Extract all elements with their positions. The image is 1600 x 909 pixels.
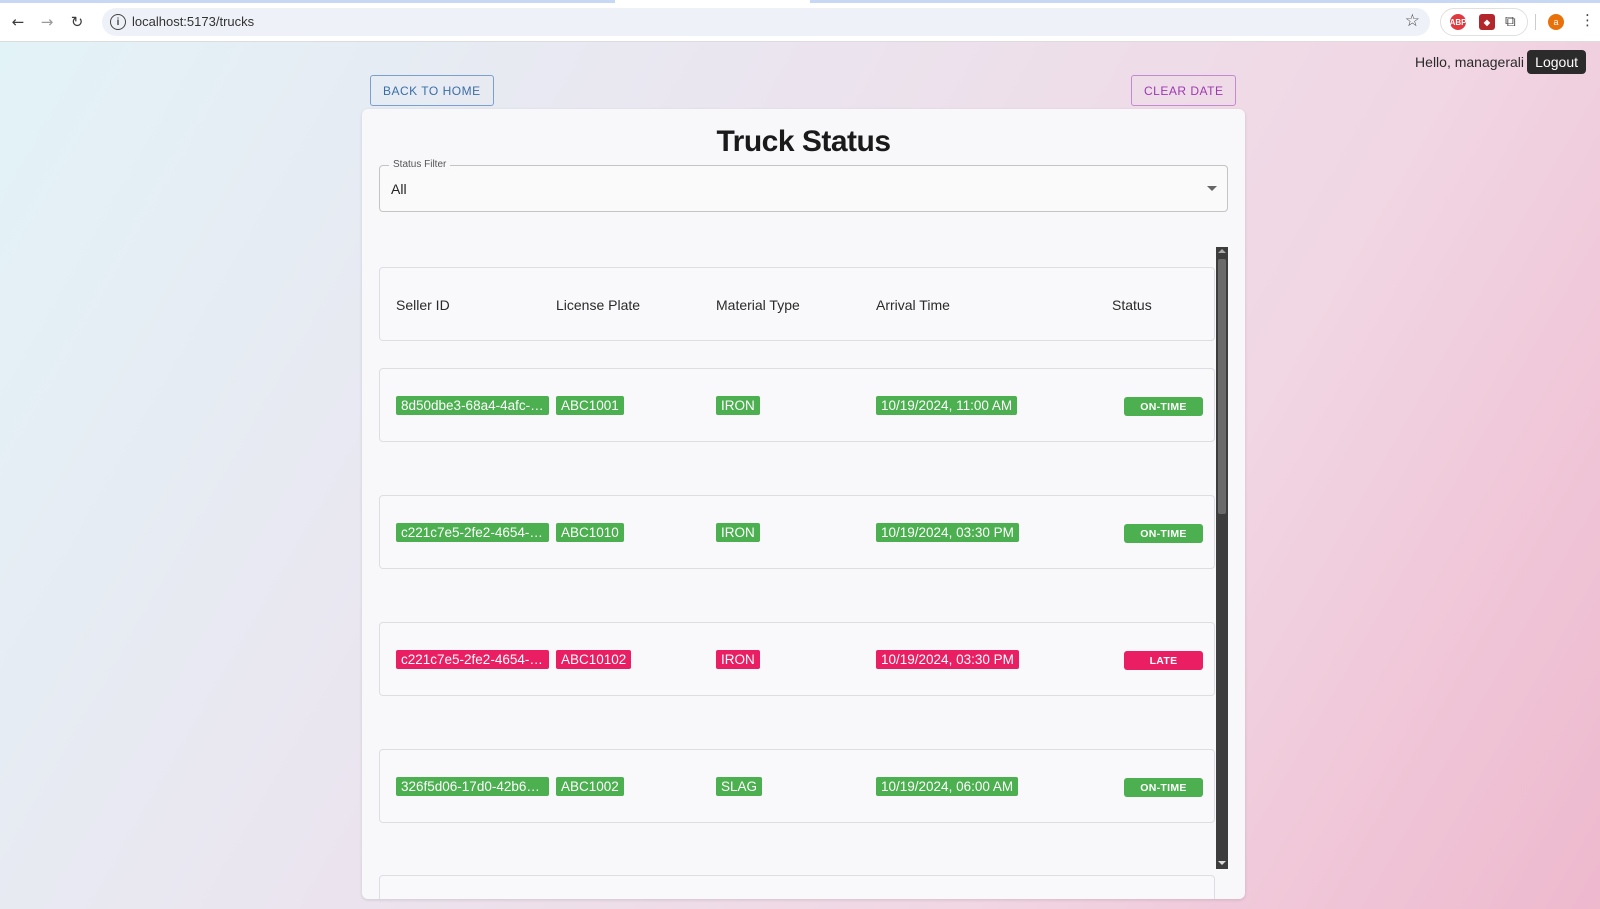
browser-toolbar: ← → ↻ i localhost:5173/trucks ☆ ABP ◆ ⧉ … <box>0 0 1600 42</box>
scroll-up-arrow-icon[interactable] <box>1218 249 1226 253</box>
column-header-arrival-time: Arrival Time <box>876 297 950 313</box>
arrival-time-chip: 10/19/2024, 06:00 AM <box>876 777 1019 796</box>
license-plate-chip: ABC10102 <box>556 650 632 669</box>
arrival-time-chip: 10/19/2024, 03:30 PM <box>876 523 1019 542</box>
license-plate-chip: ABC1002 <box>556 777 624 796</box>
page-background: Hello, managerali Logout BACK TO HOME CL… <box>0 42 1600 909</box>
adblock-extension-icon[interactable]: ABP <box>1450 14 1466 30</box>
reload-icon[interactable]: ↻ <box>65 10 89 34</box>
license-plate-chip: ABC1001 <box>556 396 624 415</box>
arrival-time-chip: 10/19/2024, 03:30 PM <box>876 650 1019 669</box>
seller-id-chip: 326f5d06-17d0-42b6-… <box>396 777 549 796</box>
material-type-chip: SLAG <box>716 777 763 796</box>
address-bar[interactable]: i localhost:5173/trucks ☆ <box>102 8 1430 36</box>
status-filter-select[interactable]: Status Filter All <box>379 159 1228 212</box>
clear-date-button[interactable]: CLEAR DATE <box>1131 75 1237 106</box>
truck-status-card: Truck Status Status Filter All Seller ID… <box>362 109 1245 899</box>
column-header-seller-id: Seller ID <box>396 297 450 313</box>
shield-extension-icon[interactable]: ◆ <box>1479 14 1495 30</box>
site-info-icon[interactable]: i <box>110 14 126 30</box>
status-badge: ON-TIME <box>1124 524 1203 543</box>
seller-id-chip: c221c7e5-2fe2-4654-… <box>396 650 549 669</box>
column-header-license-plate: License Plate <box>556 297 641 313</box>
toolbar-divider <box>1535 14 1536 30</box>
seller-id-chip: c221c7e5-2fe2-4654-… <box>396 523 549 542</box>
scrollbar-thumb[interactable] <box>1218 259 1226 514</box>
extensions-puzzle-icon[interactable]: ⧉ <box>1505 12 1516 30</box>
extensions-group: ABP ◆ ⧉ <box>1440 8 1528 36</box>
user-greeting: Hello, managerali <box>1415 54 1524 70</box>
table-scrollbar[interactable] <box>1216 247 1228 869</box>
table-header-row: Seller ID License Plate Material Type Ar… <box>379 267 1215 341</box>
table-row[interactable]: 8d50dbe3-68a4-4afc-… ABC1001 IRON 10/19/… <box>379 368 1215 442</box>
dropdown-caret-icon[interactable] <box>1207 186 1217 191</box>
table-row[interactable]: c221c7e5-2fe2-4654-… ABC1010 IRON 10/19/… <box>379 495 1215 569</box>
back-to-home-button[interactable]: BACK TO HOME <box>370 75 494 106</box>
truck-table: Seller ID License Plate Material Type Ar… <box>379 247 1239 899</box>
material-type-chip: IRON <box>716 650 760 669</box>
license-plate-chip: ABC1010 <box>556 523 624 542</box>
back-arrow-icon[interactable]: ← <box>6 10 30 34</box>
profile-avatar-icon[interactable]: a <box>1548 14 1564 30</box>
logout-button[interactable]: Logout <box>1527 50 1586 74</box>
tab-strip-indicator <box>0 0 1600 3</box>
column-header-material-type: Material Type <box>716 297 800 313</box>
status-filter-label: Status Filter <box>389 159 451 170</box>
status-badge: ON-TIME <box>1124 397 1203 416</box>
material-type-chip: IRON <box>716 523 760 542</box>
status-filter-value[interactable]: All <box>391 181 407 197</box>
page-title: Truck Status <box>716 125 891 158</box>
forward-arrow-icon[interactable]: → <box>35 10 59 34</box>
material-type-chip: IRON <box>716 396 760 415</box>
arrival-time-chip: 10/19/2024, 11:00 AM <box>876 396 1018 415</box>
seller-id-chip: 8d50dbe3-68a4-4afc-… <box>396 396 549 415</box>
scroll-down-arrow-icon[interactable] <box>1218 861 1226 865</box>
bookmark-star-icon[interactable]: ☆ <box>1405 11 1420 31</box>
status-badge: LATE <box>1124 651 1203 670</box>
table-row[interactable]: c221c7e5-2fe2-4654-… ABC10102 IRON 10/19… <box>379 622 1215 696</box>
table-row[interactable]: 326f5d06-17d0-42b6-… ABC1002 SLAG 10/19/… <box>379 749 1215 823</box>
browser-menu-icon[interactable]: ⋮ <box>1580 11 1595 29</box>
status-badge: ON-TIME <box>1124 778 1203 797</box>
address-url[interactable]: localhost:5173/trucks <box>132 14 254 29</box>
column-header-status: Status <box>1112 297 1152 313</box>
table-row[interactable] <box>379 875 1215 899</box>
